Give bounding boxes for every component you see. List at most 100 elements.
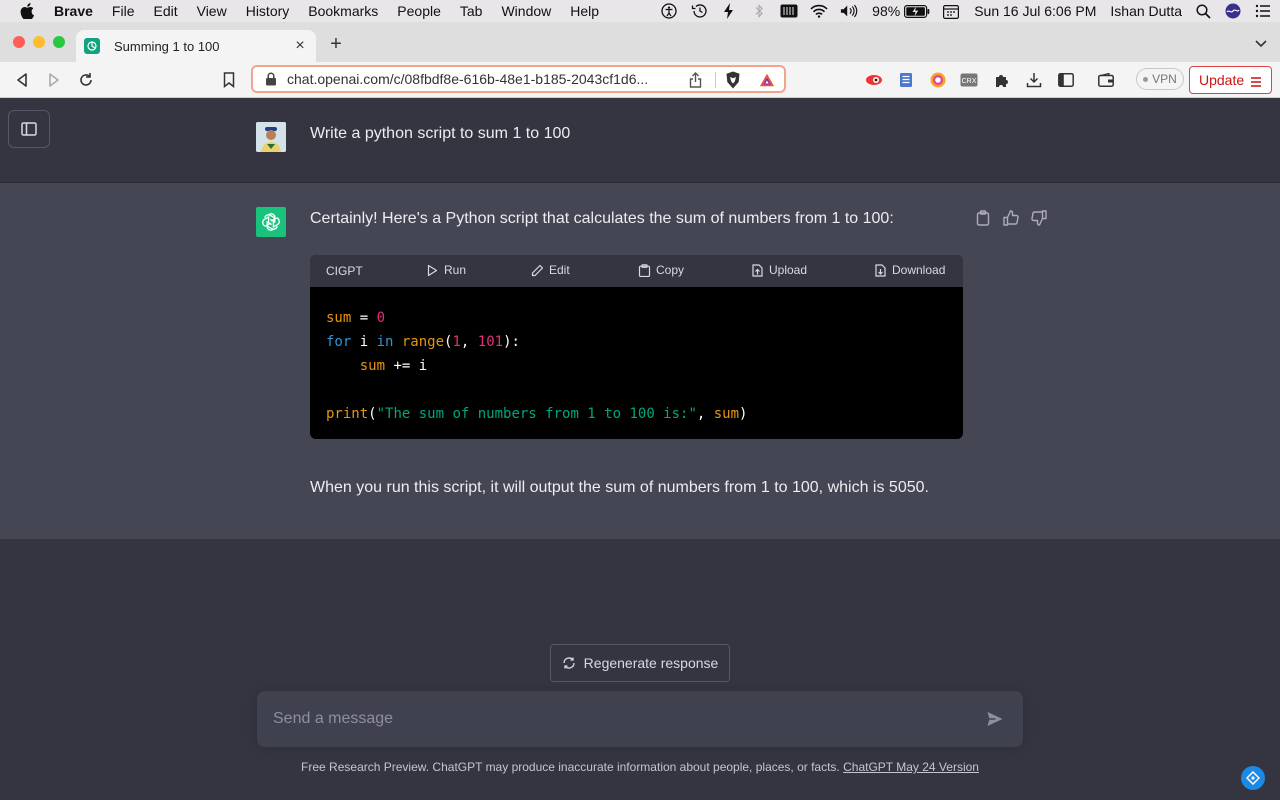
wifi-icon[interactable]	[810, 3, 828, 19]
extension-notes-icon[interactable]	[897, 71, 915, 89]
update-label: Update	[1199, 72, 1245, 88]
menu-people[interactable]: People	[397, 3, 441, 19]
extension-crx-icon[interactable]: CRX	[960, 71, 978, 89]
assistant-outro-text: When you run this script, it will output…	[310, 479, 929, 496]
downloads-icon[interactable]	[1025, 71, 1043, 89]
chatgpt-page: Write a python script to sum 1 to 100 Ce…	[0, 98, 1280, 800]
code-token: =	[351, 310, 377, 326]
volume-icon[interactable]	[840, 3, 858, 19]
menu-help[interactable]: Help	[570, 3, 599, 19]
run-button[interactable]: Run	[426, 263, 466, 277]
spotlight-search-icon[interactable]	[1194, 3, 1212, 19]
url-text[interactable]: chat.openai.com/c/08fbdf8e-616b-48e1-b18…	[287, 71, 683, 87]
accessibility-icon[interactable]	[660, 3, 678, 19]
extensions-puzzle-icon[interactable]	[993, 71, 1011, 89]
window-zoom-button[interactable]	[53, 36, 65, 48]
svg-text:CRX: CRX	[962, 78, 977, 85]
address-bar[interactable]: chat.openai.com/c/08fbdf8e-616b-48e1-b18…	[251, 65, 786, 93]
share-icon[interactable]	[687, 72, 703, 88]
download-button[interactable]: Download	[874, 263, 945, 277]
code-token: ):	[503, 334, 520, 350]
download-file-icon	[875, 263, 886, 277]
bluetooth-icon[interactable]	[750, 3, 768, 19]
wallet-icon[interactable]	[1097, 71, 1115, 89]
user-avatar	[256, 122, 286, 152]
control-center-icon[interactable]	[1254, 3, 1272, 19]
keyboard-icon[interactable]	[780, 3, 798, 19]
menu-app-brave[interactable]: Brave	[54, 3, 93, 19]
edit-button[interactable]: Edit	[531, 263, 570, 277]
message-input[interactable]	[273, 707, 963, 731]
footer-disclaimer: Free Research Preview. ChatGPT may produ…	[0, 760, 1280, 774]
copy-code-button[interactable]: Copy	[638, 263, 684, 277]
menu-window[interactable]: Window	[501, 3, 551, 19]
sidebar-toggle-button[interactable]	[8, 110, 50, 148]
code-token: "The sum of numbers from 1 to 100 is:"	[376, 406, 697, 422]
url-divider	[715, 72, 716, 88]
code-token: 101	[477, 334, 504, 350]
regenerate-response-button[interactable]: Regenerate response	[550, 644, 730, 682]
calendar-icon[interactable]	[942, 3, 960, 19]
pencil-icon	[531, 264, 544, 276]
code-token: sum	[359, 358, 386, 374]
tab-close-icon[interactable]: ×	[292, 38, 308, 54]
menu-view[interactable]: View	[197, 3, 227, 19]
copy-message-icon[interactable]	[974, 209, 992, 227]
code-token: print	[326, 406, 369, 422]
code-toolbar: CIGPT Run Edit Copy Upload Download	[310, 255, 963, 287]
refresh-icon	[563, 657, 575, 669]
code-token: )	[739, 406, 748, 422]
menu-file[interactable]: File	[112, 3, 135, 19]
brave-rewards-icon[interactable]	[759, 72, 775, 88]
menu-bookmarks[interactable]: Bookmarks	[308, 3, 378, 19]
menu-edit[interactable]: Edit	[153, 3, 177, 19]
clock-datetime[interactable]: Sun 16 Jul 6:06 PM	[974, 3, 1096, 19]
code-language-label: CIGPT	[326, 264, 363, 278]
menu-tab[interactable]: Tab	[460, 3, 483, 19]
assistant-message-row: Certainly! Here's a Python script that c…	[0, 183, 1280, 539]
run-label: Run	[444, 263, 467, 277]
thumbs-up-icon[interactable]	[1002, 209, 1020, 227]
send-icon[interactable]	[985, 709, 1005, 729]
edit-label: Edit	[549, 263, 570, 277]
code-token: in	[376, 334, 394, 350]
siri-icon[interactable]	[1224, 3, 1242, 19]
energy-icon[interactable]	[720, 3, 738, 19]
assistant-intro-text: Certainly! Here's a Python script that c…	[310, 210, 894, 227]
vpn-status-dot	[1143, 76, 1149, 82]
new-tab-icon[interactable]: +	[326, 34, 346, 54]
version-link[interactable]: ChatGPT May 24 Version	[843, 760, 979, 774]
user-message-row: Write a python script to sum 1 to 100	[0, 98, 1280, 183]
forward-icon[interactable]	[45, 71, 63, 89]
floating-extension-icon[interactable]	[1241, 766, 1265, 790]
hamburger-menu-icon	[1250, 75, 1262, 87]
time-machine-icon[interactable]	[690, 3, 708, 19]
extension-color-wheel-icon[interactable]	[929, 71, 947, 89]
upload-label: Upload	[769, 263, 808, 277]
reload-icon[interactable]	[77, 71, 95, 89]
code-token: 0	[376, 310, 386, 326]
code-token: 1	[452, 334, 461, 350]
window-close-button[interactable]	[13, 36, 25, 48]
sidebar-panel-icon[interactable]	[1057, 71, 1075, 89]
copy-label: Copy	[656, 263, 685, 277]
browser-tab-active[interactable]: Summing 1 to 100 ×	[76, 30, 316, 62]
window-minimize-button[interactable]	[33, 36, 45, 48]
update-button[interactable]: Update	[1189, 66, 1272, 94]
battery-icon[interactable]	[904, 3, 930, 19]
thumbs-down-icon[interactable]	[1030, 209, 1048, 227]
code-line-5: print("The sum of numbers from 1 to 100 …	[326, 406, 747, 422]
regenerate-label: Regenerate response	[583, 655, 719, 671]
code-token: ,	[696, 406, 714, 422]
menu-history[interactable]: History	[246, 3, 290, 19]
menubar-user-name[interactable]: Ishan Dutta	[1110, 3, 1182, 19]
extension-video-icon[interactable]	[865, 71, 883, 89]
back-icon[interactable]	[13, 71, 31, 89]
bookmark-icon[interactable]	[220, 71, 238, 89]
vpn-button[interactable]: VPN	[1136, 68, 1184, 90]
tab-search-chevron-icon[interactable]	[1254, 36, 1268, 50]
brave-shields-icon[interactable]	[725, 71, 741, 89]
lock-icon[interactable]	[265, 72, 277, 86]
upload-button[interactable]: Upload	[751, 263, 807, 277]
apple-menu-icon[interactable]	[20, 3, 36, 19]
